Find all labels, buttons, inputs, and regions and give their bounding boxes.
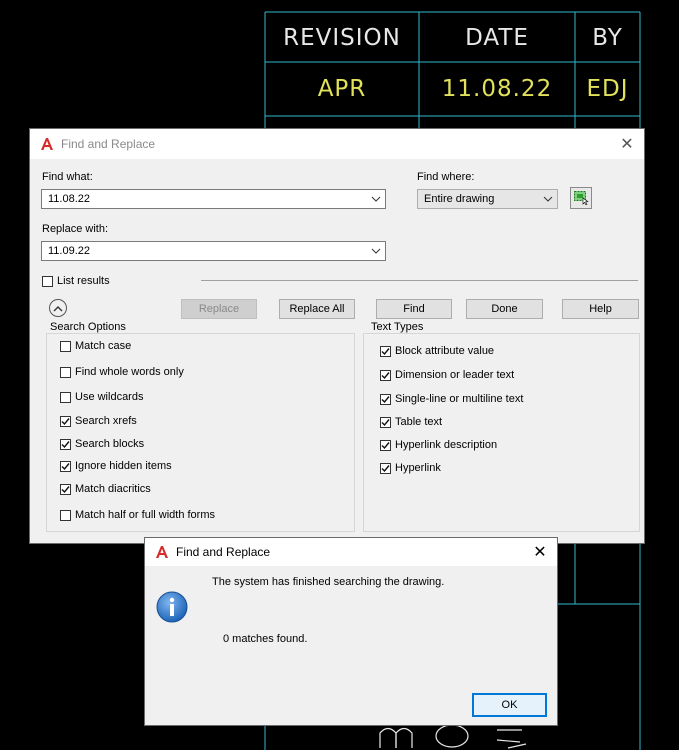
search-options-title: Search Options (48, 321, 128, 333)
find-what-label: Find what: (42, 171, 93, 183)
text-types-title: Text Types (369, 321, 426, 333)
titleblock-header-date: DATE (465, 25, 529, 51)
replace-with-input[interactable]: 11.09.22 (41, 241, 386, 261)
replace-with-label: Replace with: (42, 223, 109, 235)
close-icon[interactable]: ✕ (531, 543, 549, 561)
checkmark-icon (380, 345, 391, 357)
hyperlink-checkbox[interactable]: Hyperlink (380, 462, 441, 474)
replace-button[interactable]: Replace (181, 299, 257, 319)
match-case-checkbox[interactable]: Match case (60, 340, 131, 352)
find-what-input[interactable]: 11.08.22 (41, 189, 386, 209)
info-icon (156, 591, 188, 623)
find-where-label: Find where: (417, 171, 475, 183)
search-xrefs-checkbox[interactable]: Search xrefs (60, 415, 137, 427)
dialog-titlebar[interactable]: Find and Replace ✕ (30, 129, 644, 159)
select-objects-button[interactable] (570, 187, 592, 209)
replace-all-button[interactable]: Replace All (279, 299, 355, 319)
checkmark-icon (60, 415, 71, 427)
checkbox-box (60, 509, 71, 521)
block-attribute-value-checkbox[interactable]: Block attribute value (380, 345, 494, 357)
checkmark-icon (60, 460, 71, 472)
message-line-2: 0 matches found. (223, 633, 308, 645)
checkmark-icon (380, 369, 391, 381)
checkbox-box (60, 391, 71, 403)
ok-button[interactable]: OK (472, 693, 547, 717)
search-complete-message-box: Find and Replace ✕ The system has finish… (144, 537, 558, 726)
checkbox-box (60, 340, 71, 352)
find-button[interactable]: Find (376, 299, 452, 319)
use-wildcards-checkbox[interactable]: Use wildcards (60, 391, 143, 403)
hyperlink-description-checkbox[interactable]: Hyperlink description (380, 439, 497, 451)
message-title: Find and Replace (176, 545, 271, 559)
dimension-or-leader-text-checkbox[interactable]: Dimension or leader text (380, 369, 514, 381)
collapse-options-button[interactable] (49, 299, 67, 317)
close-icon[interactable]: ✕ (618, 135, 636, 153)
help-button[interactable]: Help (562, 299, 639, 319)
titleblock-header-by: BY (592, 25, 623, 51)
titleblock-header-revision: REVISION (283, 25, 401, 51)
checkmark-icon (380, 439, 391, 451)
chevron-up-icon (53, 301, 63, 315)
chevron-down-icon[interactable] (367, 196, 385, 202)
checkmark-icon (380, 462, 391, 474)
done-button[interactable]: Done (466, 299, 543, 319)
checkbox-box (42, 275, 53, 287)
select-objects-icon (573, 189, 589, 208)
match-diacritics-checkbox[interactable]: Match diacritics (60, 483, 151, 495)
message-line-1: The system has finished searching the dr… (212, 576, 445, 588)
search-blocks-checkbox[interactable]: Search blocks (60, 438, 144, 450)
find-whole-words-only-checkbox[interactable]: Find whole words only (60, 366, 184, 378)
checkmark-icon (60, 483, 71, 495)
checkmark-icon (380, 393, 391, 405)
titleblock-value-by: EDJ (586, 76, 629, 102)
table-text-checkbox[interactable]: Table text (380, 416, 442, 428)
match-half-or-full-width-forms-checkbox[interactable]: Match half or full width forms (60, 509, 215, 521)
titleblock-value-revision: APR (317, 76, 367, 102)
find-replace-dialog: Find and Replace ✕ Find what: 11.08.22 R… (29, 128, 645, 544)
find-where-select[interactable]: Entire drawing (417, 189, 558, 209)
titleblock-value-date: 11.08.22 (441, 76, 553, 102)
checkbox-box (60, 366, 71, 378)
search-options-group (46, 333, 355, 532)
divider (201, 280, 638, 281)
dialog-title: Find and Replace (61, 137, 156, 151)
ignore-hidden-items-checkbox[interactable]: Ignore hidden items (60, 460, 172, 472)
cad-partial-shapes (379, 724, 527, 749)
autocad-a-icon (40, 137, 54, 151)
checkmark-icon (380, 416, 391, 428)
text-types-group (363, 333, 640, 532)
chevron-down-icon[interactable] (367, 248, 385, 254)
chevron-down-icon[interactable] (539, 196, 557, 202)
single-line-or-multiline-text-checkbox[interactable]: Single-line or multiline text (380, 393, 523, 405)
list-results-checkbox[interactable]: List results (42, 275, 110, 287)
autocad-a-icon (155, 545, 169, 559)
checkmark-icon (60, 438, 71, 450)
message-titlebar[interactable]: Find and Replace ✕ (145, 538, 557, 566)
